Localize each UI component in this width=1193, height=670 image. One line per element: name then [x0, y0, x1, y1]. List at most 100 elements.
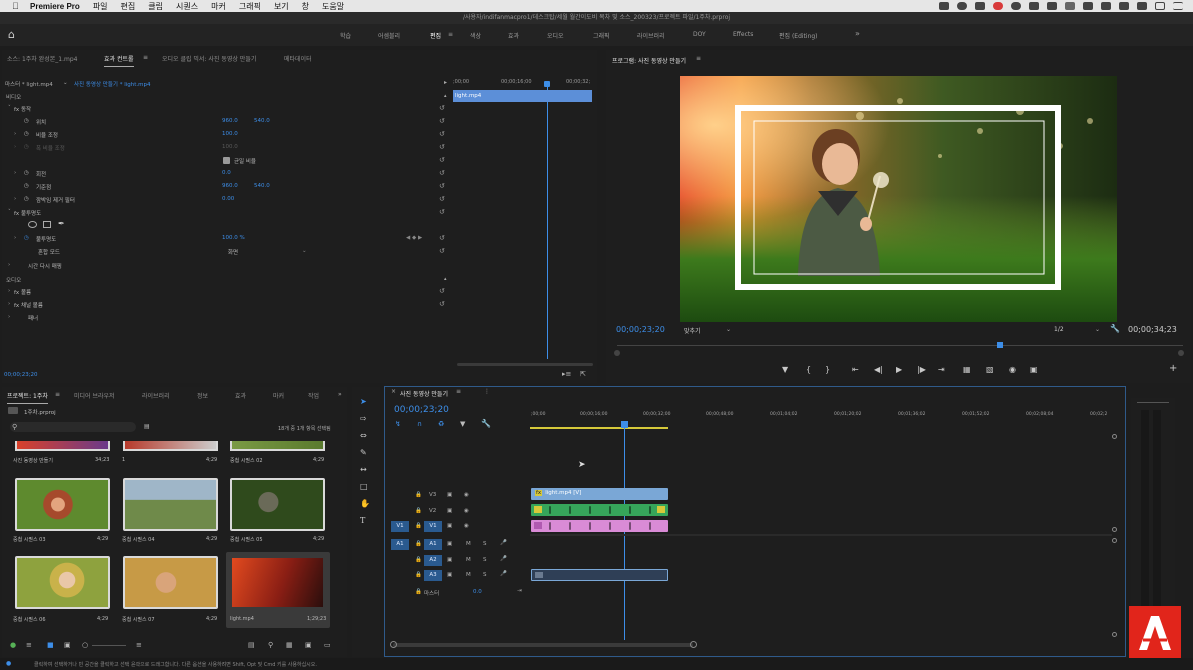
linked-selection-icon[interactable]: ♻ — [438, 420, 444, 428]
thumb-nested-02[interactable] — [230, 441, 325, 451]
ws-color[interactable]: 색상 — [470, 31, 481, 40]
tab-libraries[interactable]: 라이브러리 — [142, 391, 170, 400]
reset-icon[interactable]: ↺ — [439, 300, 445, 308]
lock-icon[interactable]: 🔒 — [415, 572, 422, 578]
scroll-handle[interactable] — [1112, 632, 1117, 637]
menu-marker[interactable]: 마커 — [211, 1, 226, 12]
reset-icon[interactable]: ↺ — [439, 104, 445, 112]
effect-time-remap[interactable]: › 시간 다시 매핑 — [2, 260, 452, 271]
lock-icon[interactable]: 🔒 — [415, 541, 422, 547]
thumb-sequence-main[interactable] — [15, 441, 110, 451]
track-select-tool-icon[interactable]: ⇨ — [360, 414, 367, 424]
mini-scrollbar[interactable] — [457, 363, 593, 366]
cloud-icon[interactable] — [957, 2, 967, 10]
zoom-handle-left[interactable] — [614, 350, 620, 356]
stopwatch-icon[interactable]: ◷ — [24, 183, 29, 189]
slip-tool-icon[interactable]: ↔ — [360, 465, 367, 475]
master-value[interactable]: 0.0 — [473, 589, 482, 595]
icon-view-icon[interactable]: ■ — [47, 641, 54, 649]
ws-doy[interactable]: DOY — [693, 31, 706, 38]
lock-icon[interactable]: 🔒 — [415, 589, 422, 595]
param-blend-mode[interactable]: 혼합 모드 화면 ⌄ ↺ — [2, 246, 452, 257]
ripple-edit-tool-icon[interactable]: ⇔ — [360, 431, 367, 441]
sync-icon[interactable] — [1011, 2, 1021, 10]
clip-a3[interactable] — [531, 569, 668, 581]
menu-graphics[interactable]: 그래픽 — [239, 1, 261, 12]
source-patch-a1[interactable]: A1 — [391, 539, 409, 550]
param-uniform-scale[interactable]: 균일 비율 ↺ — [2, 155, 452, 166]
microphone-icon[interactable]: 🎤 — [500, 571, 507, 577]
eye-icon[interactable]: ◉ — [464, 523, 469, 529]
mark-out-icon[interactable]: } — [825, 365, 830, 375]
timeline-playhead-handle[interactable] — [621, 421, 628, 428]
razor-tool-icon[interactable]: ✎ — [360, 448, 367, 458]
clip-v1-pink[interactable] — [531, 520, 668, 532]
ws-audio[interactable]: 오디오 — [547, 31, 564, 40]
ws-effects[interactable]: 효과 — [508, 31, 519, 40]
mark-in-icon[interactable]: { — [806, 365, 811, 375]
trash-icon[interactable]: ▭ — [324, 641, 331, 649]
snap-icon[interactable]: ∩ — [417, 420, 422, 428]
menu-window[interactable]: 창 — [302, 1, 309, 12]
program-scrub-bar[interactable] — [617, 345, 1183, 355]
wifi-icon[interactable] — [1065, 2, 1075, 10]
param-value-y[interactable]: 540.0 — [254, 118, 270, 124]
profile-icon[interactable] — [1047, 2, 1057, 10]
solo-button[interactable]: S — [483, 557, 487, 563]
menu-clip[interactable]: 클립 — [148, 1, 163, 12]
tab-menu-icon[interactable]: ≡ — [55, 391, 60, 398]
reset-icon[interactable]: ↺ — [439, 143, 445, 151]
param-value-x[interactable]: 960.0 — [222, 183, 238, 189]
thumb-nested-06[interactable] — [15, 556, 110, 609]
menu-help[interactable]: 도움말 — [322, 1, 344, 12]
menu-list-icon[interactable] — [1173, 2, 1183, 10]
add-button-icon[interactable]: + — [1169, 364, 1177, 374]
keyframe-nav[interactable]: ◀ ◆ ▶ — [406, 235, 422, 241]
go-to-end-icon[interactable]: ⇥ — [517, 588, 522, 594]
new-item-icon[interactable]: ▣ — [305, 641, 312, 649]
project-search-input[interactable] — [10, 422, 136, 432]
thumb-nested-05[interactable] — [230, 478, 325, 531]
ws-effects-en[interactable]: Effects — [733, 31, 753, 38]
filter-icon[interactable]: ▸≡ — [562, 370, 571, 378]
ws-editing-en[interactable]: 편집 (Editing) — [779, 31, 818, 40]
zoom-handle-right[interactable] — [1178, 350, 1184, 356]
zoom-slider-knob[interactable]: ○ — [82, 641, 88, 649]
tab-media-browser[interactable]: 미디어 브라우저 — [74, 391, 115, 400]
ws-graphics[interactable]: 그래픽 — [593, 31, 610, 40]
sync-lock-icon[interactable]: ▣ — [447, 541, 452, 547]
wrench-icon[interactable]: 🔧 — [1110, 324, 1120, 333]
effect-controls-timecode[interactable]: 00;00;23;20 — [4, 372, 38, 378]
param-rotation[interactable]: › ◷ 회전 0.0 ↺ — [2, 168, 452, 179]
clip-v2-green[interactable] — [531, 504, 668, 516]
thumb-1[interactable] — [123, 441, 218, 451]
mini-timeline-ruler[interactable]: ;00;00 00;00;16;00 00;00;32; — [453, 77, 593, 87]
collapse-icon[interactable]: ▴ — [444, 93, 447, 99]
effect-channel-volume[interactable]: › fx 채널 볼륨 ↺ — [2, 299, 452, 310]
effect-volume[interactable]: › fx 볼륨 ↺ — [2, 286, 452, 297]
reset-icon[interactable]: ↺ — [439, 182, 445, 190]
tab-effect-controls[interactable]: 효과 컨트롤 — [104, 54, 134, 67]
chevron-down-icon[interactable]: ⌄ — [1095, 326, 1100, 333]
sync-lock-icon[interactable]: ▣ — [447, 557, 452, 563]
dropbox-icon[interactable] — [975, 2, 985, 10]
chevron-down-icon[interactable]: ⌄ — [726, 326, 731, 333]
freeform-view-icon[interactable]: ▣ — [64, 641, 71, 649]
param-value[interactable]: 0.0 — [222, 170, 231, 176]
camera-icon[interactable]: ◉ — [1009, 365, 1016, 375]
param-opacity[interactable]: › ◷ 불투명도 100.0 % ◀ ◆ ▶ ↺ — [2, 233, 452, 244]
param-anti-flicker[interactable]: › ◷ 깜박임 제거 필터 0.00 ↺ — [2, 194, 452, 205]
ws-menu-icon[interactable]: ≡ — [448, 31, 453, 38]
zoom-slider[interactable] — [92, 645, 126, 646]
timeline-tab[interactable]: 사진 동영상 만들기 — [400, 389, 448, 398]
marker-icon[interactable]: ▼ — [782, 365, 788, 375]
source-patch-v1[interactable]: V1 — [391, 521, 409, 532]
thumb-nested-07[interactable] — [123, 556, 218, 609]
param-value[interactable]: 100.0 — [222, 131, 238, 137]
home-icon[interactable]: ⌂ — [8, 29, 22, 41]
scroll-handle[interactable] — [1112, 434, 1117, 439]
track-name[interactable]: V1 — [424, 521, 442, 532]
stopwatch-icon[interactable]: ◷ — [24, 235, 29, 241]
reset-icon[interactable]: ↺ — [439, 208, 445, 216]
display-icon[interactable] — [939, 2, 949, 10]
